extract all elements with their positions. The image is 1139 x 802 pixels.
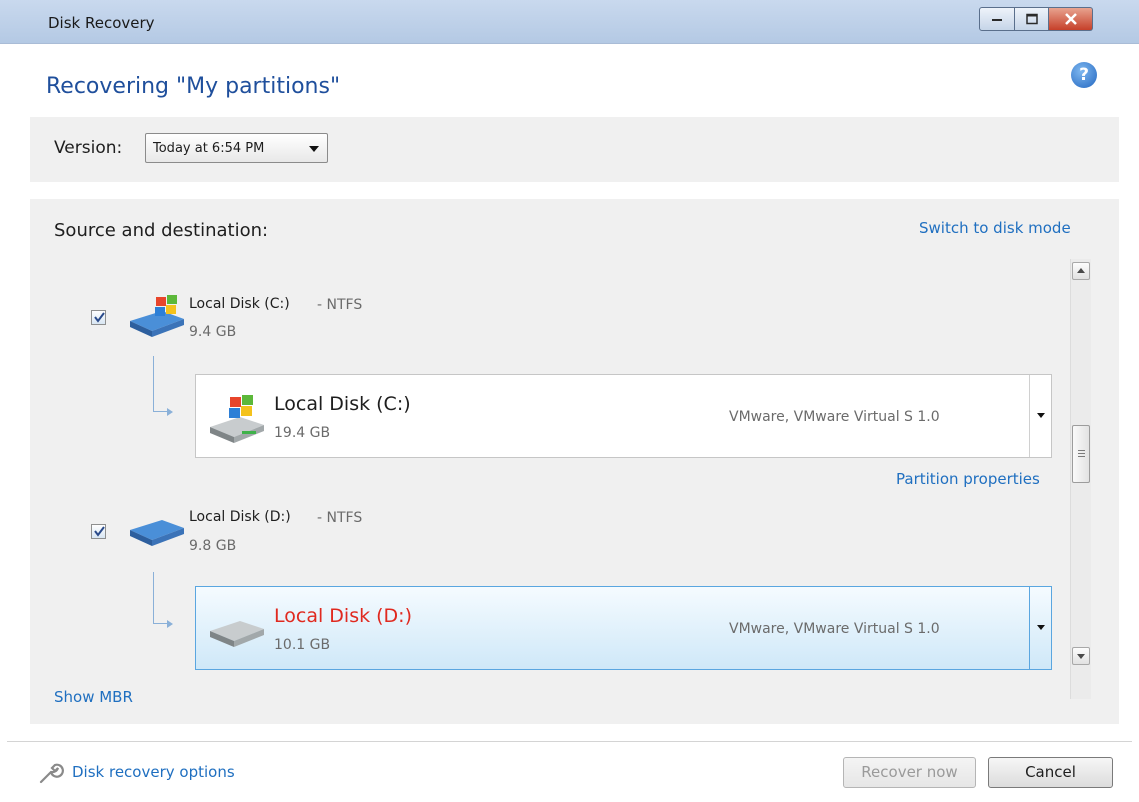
page-title: Recovering "My partitions" [46,74,341,99]
connector-line [153,356,167,412]
switch-to-disk-mode-link[interactable]: Switch to disk mode [919,219,1071,237]
cancel-button[interactable]: Cancel [988,757,1113,788]
version-value: Today at 6:54 PM [153,141,265,156]
version-label: Version: [54,138,123,158]
title-bar: Disk Recovery [0,0,1139,44]
recover-now-button[interactable]: Recover now [843,757,976,788]
minimize-button[interactable] [979,7,1015,31]
destination-d-dropdown[interactable] [1029,587,1052,669]
checkmark-icon [94,526,105,537]
source-d-fs: - NTFS [317,510,363,526]
grip-line [1078,453,1085,454]
destination-d-info: VMware, VMware Virtual S 1.0 [729,621,940,637]
wrench-icon [39,763,64,784]
destination-c-name: Local Disk (C:) [274,393,411,415]
partition-d-checkbox[interactable] [91,524,106,539]
close-icon [1064,13,1077,25]
gray-drive-icon [210,621,264,647]
arrow-right-icon [167,408,173,416]
grip-line [1078,456,1085,457]
version-panel: Version: Today at 6:54 PM [30,117,1119,182]
grip-line [1078,450,1085,451]
scroll-down-button[interactable] [1072,647,1090,665]
close-button[interactable] [1049,7,1093,31]
maximize-icon [1025,13,1038,25]
chevron-down-icon [1037,413,1045,418]
window-title: Disk Recovery [48,14,155,32]
source-c-size: 9.4 GB [189,324,237,340]
maximize-button[interactable] [1015,7,1049,31]
chevron-down-icon [309,146,319,152]
destination-c[interactable]: Local Disk (C:) 19.4 GB VMware, VMware V… [195,374,1052,458]
destination-c-info: VMware, VMware Virtual S 1.0 [729,409,940,425]
partition-c-checkbox[interactable] [91,310,106,325]
destination-c-size: 19.4 GB [274,425,331,441]
destination-d[interactable]: Local Disk (D:) 10.1 GB VMware, VMware V… [195,586,1052,670]
vertical-scrollbar[interactable] [1070,259,1091,699]
destination-c-dropdown[interactable] [1029,375,1052,457]
scroll-up-button[interactable] [1072,262,1090,280]
arrow-right-icon [167,620,173,628]
source-destination-panel: Source and destination: Switch to disk m… [30,199,1119,724]
source-title: Source and destination: [54,220,269,241]
version-select[interactable]: Today at 6:54 PM [145,133,328,163]
source-c-name: Local Disk (C:) [189,296,290,312]
checkmark-icon [94,312,105,323]
source-d-size: 9.8 GB [189,538,237,554]
show-mbr-link[interactable]: Show MBR [54,688,133,706]
drive-icon [130,520,184,546]
chevron-up-icon [1077,268,1085,273]
minimize-icon [992,19,1002,21]
windows-drive-icon [130,295,184,337]
destination-d-name: Local Disk (D:) [274,605,412,627]
chevron-down-icon [1037,625,1045,630]
source-c-fs: - NTFS [317,297,363,313]
disk-recovery-options-link[interactable]: Disk recovery options [72,763,235,781]
destination-d-size: 10.1 GB [274,637,331,653]
source-d-name: Local Disk (D:) [189,509,291,525]
help-icon[interactable]: ? [1071,62,1097,88]
partition-properties-link[interactable]: Partition properties [896,470,1040,488]
footer-divider [7,741,1132,742]
windows-drive-icon [210,395,264,443]
connector-line [153,572,167,624]
chevron-down-icon [1077,654,1085,659]
scroll-thumb[interactable] [1072,425,1090,483]
